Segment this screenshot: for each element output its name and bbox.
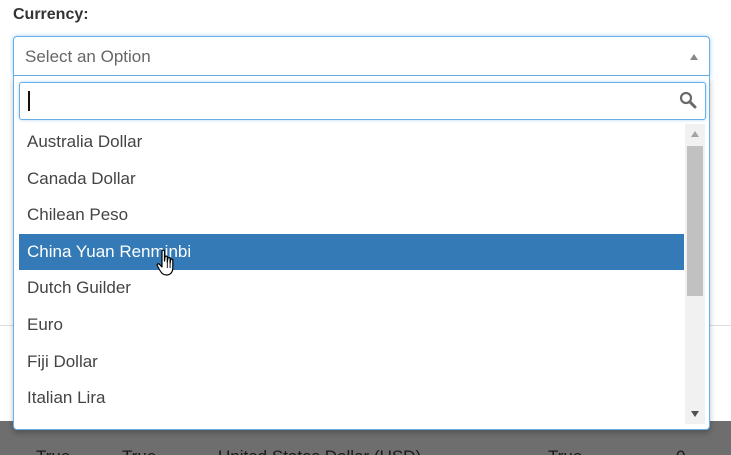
hand-pointer-icon [156,249,174,276]
table-cell: True [36,447,70,455]
page: Currency: True True United States Dollar… [0,0,731,455]
options-list: Australia Dollar Canada Dollar Chilean P… [19,124,684,424]
scroll-down-arrow-icon[interactable] [691,411,699,417]
chevron-up-icon [690,54,698,60]
scroll-up-arrow-icon[interactable] [691,131,699,137]
table-cell: United States Dollar (USD) [218,447,421,455]
currency-label: Currency: [13,6,89,23]
currency-dropdown: Australia Dollar Canada Dollar Chilean P… [13,76,710,430]
table-cell: True [548,447,582,455]
search-box[interactable] [19,82,706,120]
list-item[interactable]: Dutch Guilder [19,270,684,307]
list-item[interactable]: Italian Lira [19,380,684,417]
list-item[interactable]: Fiji Dollar [19,344,684,381]
list-item[interactable]: Euro [19,307,684,344]
select-placeholder: Select an Option [25,47,151,66]
list-item-highlighted[interactable]: China Yuan Renminbi [19,233,684,271]
currency-select[interactable]: Select an Option [13,36,710,76]
table-cell: True [122,447,156,455]
list-item[interactable]: Chilean Peso [19,197,684,234]
list-item[interactable]: Canada Dollar [19,161,684,198]
list-item[interactable]: Australia Dollar [19,124,684,161]
table-cell: 0 [676,447,685,455]
options-scrollbar[interactable] [685,124,705,424]
scroll-thumb[interactable] [687,146,703,296]
search-input[interactable] [24,86,674,116]
search-icon [679,91,697,109]
